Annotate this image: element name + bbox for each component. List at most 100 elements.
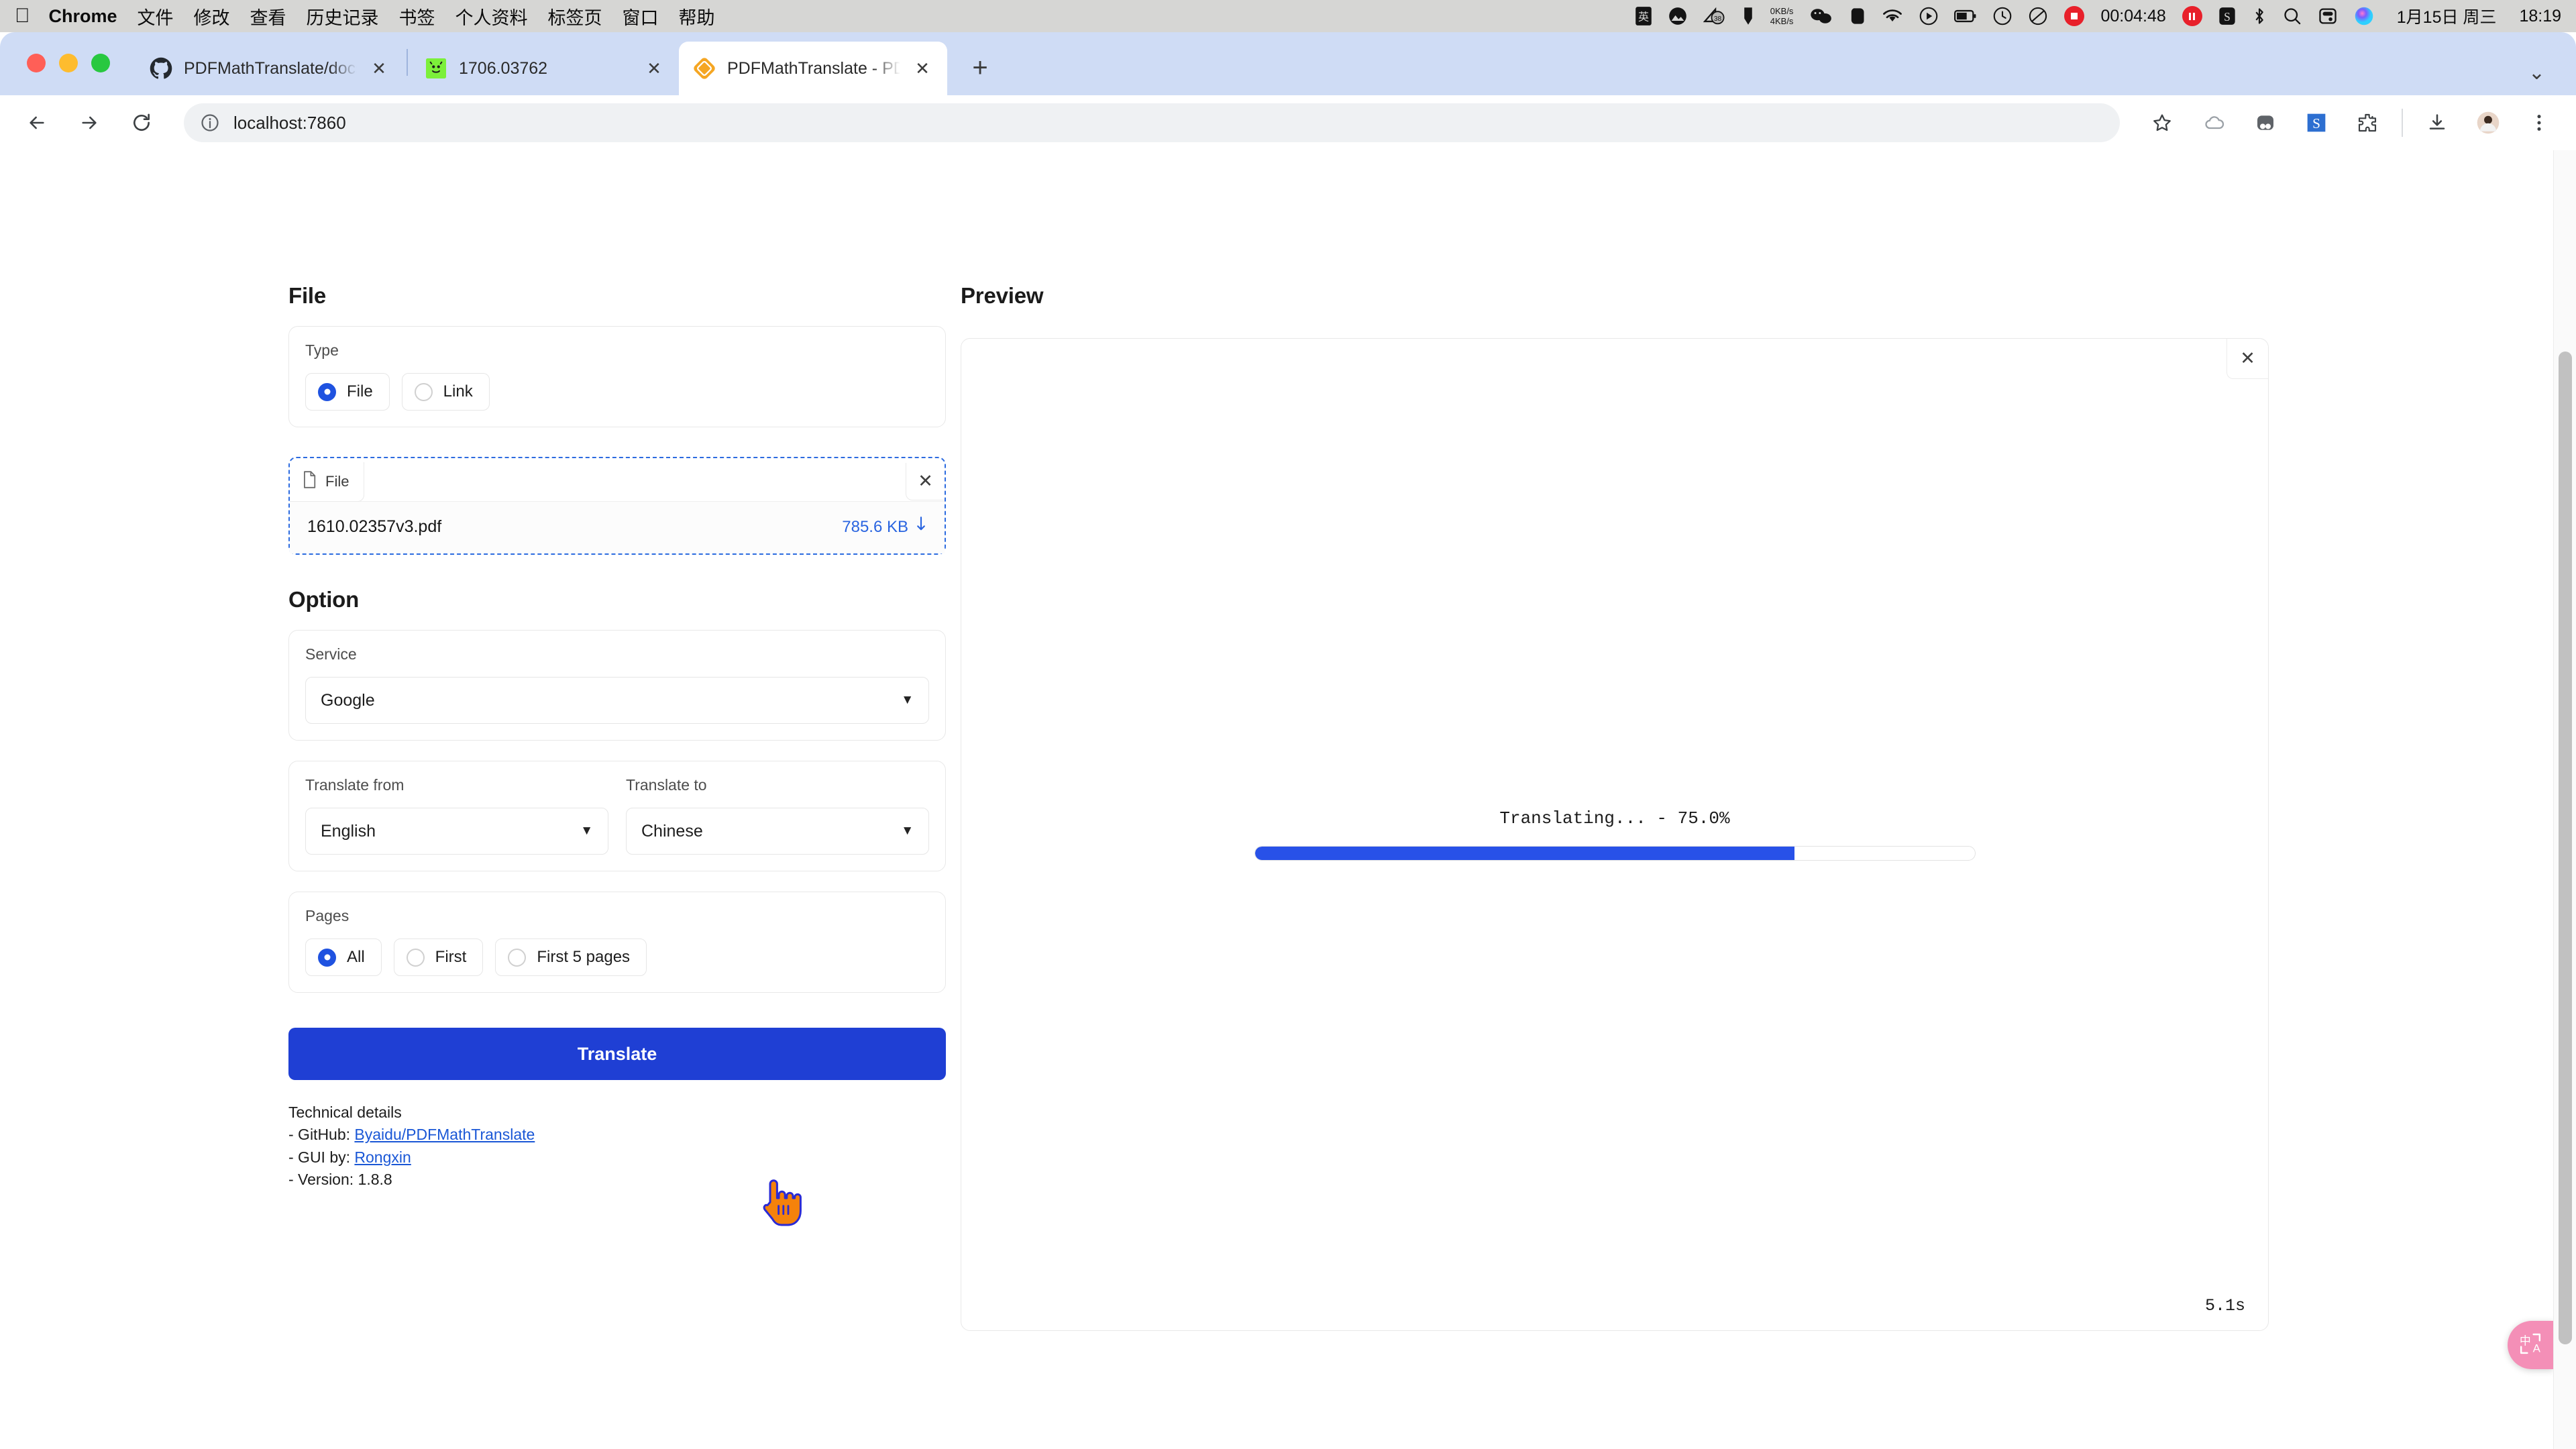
download-icon[interactable] — [915, 517, 927, 537]
menu-item-help[interactable]: 帮助 — [679, 3, 715, 30]
menu-item-profiles[interactable]: 个人资料 — [455, 3, 528, 30]
address-bar[interactable]: localhost:7860 — [184, 103, 2120, 142]
radio-label: First 5 pages — [537, 948, 631, 966]
svg-text:A: A — [2533, 1342, 2541, 1354]
recording-stop-button[interactable] — [2064, 6, 2085, 26]
pages-radio-group: All First First 5 pages — [305, 938, 929, 976]
tab-close-icon[interactable]: ✕ — [911, 57, 934, 80]
svg-text:38: 38 — [1714, 15, 1722, 23]
arxiv-icon — [424, 56, 448, 80]
battery-monitor-icon[interactable] — [1742, 5, 1754, 28]
service-select[interactable]: Google ▼ — [305, 677, 929, 724]
menu-item-window[interactable]: 窗口 — [623, 3, 659, 30]
uploaded-file-name: 1610.02357v3.pdf — [307, 517, 442, 536]
radio-pages-all[interactable]: All — [305, 938, 382, 976]
radio-type-file[interactable]: File — [305, 373, 390, 411]
tab-strip: PDFMathTranslate/docs/READ ✕ 1706.03762 … — [0, 32, 2576, 95]
window-maximize-button[interactable] — [91, 54, 110, 72]
service-card: Service Google ▼ — [288, 630, 946, 741]
page-scrollbar[interactable] — [2553, 150, 2576, 1449]
forward-icon[interactable] — [72, 106, 106, 140]
radio-type-link[interactable]: Link — [401, 373, 490, 411]
translate-to-select[interactable]: Chinese ▼ — [626, 808, 929, 855]
apple-icon[interactable]:  — [15, 6, 30, 26]
chevron-down-icon: ▼ — [901, 693, 914, 707]
extensions-puzzle-icon[interactable] — [2351, 106, 2384, 140]
translate-button[interactable]: Translate — [288, 1028, 946, 1080]
radio-indicator — [318, 948, 336, 967]
tab-close-icon[interactable]: ✕ — [368, 57, 390, 80]
wifi-icon[interactable] — [1882, 5, 1903, 28]
evernote-icon[interactable] — [1848, 5, 1866, 28]
media-play-icon[interactable] — [1919, 5, 1938, 28]
tab-github-readme[interactable]: PDFMathTranslate/docs/READ ✕ — [136, 42, 404, 95]
sogou-input-icon[interactable]: S — [2218, 5, 2236, 28]
translate-from-select[interactable]: English ▼ — [305, 808, 608, 855]
bookmark-star-icon[interactable] — [2145, 106, 2179, 140]
radio-pages-first-5[interactable]: First 5 pages — [495, 938, 647, 976]
translate-extension-bubble[interactable]: 中 A — [2508, 1321, 2553, 1369]
radio-indicator — [406, 948, 425, 967]
extension-panda-icon[interactable] — [2249, 106, 2282, 140]
extension-sogou-icon[interactable]: S — [2300, 106, 2333, 140]
network-speed-indicator[interactable]: 0KB/s 4KB/s — [1770, 6, 1794, 26]
radio-label: Link — [443, 382, 473, 400]
menu-bar-date[interactable]: 1月15日 周三 — [2397, 4, 2497, 28]
download-badge-icon[interactable]: 38 — [1703, 5, 1726, 28]
scrollbar-thumb[interactable] — [2559, 352, 2572, 1344]
menu-item-bookmarks[interactable]: 书签 — [399, 3, 435, 30]
menu-item-history[interactable]: 历史记录 — [307, 3, 379, 30]
wechat-icon[interactable] — [1809, 5, 1832, 28]
tab-search-chevron-down-icon[interactable]: ⌄ — [2528, 61, 2545, 85]
bluetooth-icon[interactable] — [2252, 5, 2267, 28]
control-center-icon[interactable] — [2318, 5, 2338, 28]
progress-bar-track — [1254, 846, 1976, 861]
file-clear-button[interactable]: ✕ — [906, 463, 945, 500]
back-icon[interactable] — [20, 106, 54, 140]
photos-icon[interactable] — [1668, 5, 1687, 28]
chevron-down-icon: ▼ — [580, 824, 593, 838]
tab-pdfmathtranslate[interactable]: PDFMathTranslate - PDF Tran ✕ — [679, 42, 947, 95]
progress-status-text: Translating... - 75.0% — [1499, 808, 1730, 828]
file-upload-area[interactable]: File ✕ 1610.02357v3.pdf 785.6 KB — [288, 457, 946, 555]
radio-label: File — [347, 382, 373, 400]
menu-item-tabs[interactable]: 标签页 — [548, 3, 602, 30]
window-minimize-button[interactable] — [59, 54, 78, 72]
tab-close-icon[interactable]: ✕ — [643, 57, 665, 80]
file-chip-label: File — [325, 472, 350, 490]
github-icon — [149, 56, 173, 80]
menu-bar-tray: 英 38 0KB/s 4KB/s 00:04:48 S 1月15日 周三 18:… — [1635, 4, 2561, 28]
menu-bar-time[interactable]: 18:19 — [2519, 7, 2561, 26]
tab-separator — [407, 49, 408, 76]
clock-icon[interactable] — [1993, 5, 2012, 28]
extension-cloud-icon[interactable] — [2198, 106, 2231, 140]
gui-author-link[interactable]: Rongxin — [354, 1148, 411, 1166]
radio-pages-first[interactable]: First — [393, 938, 484, 976]
downloads-icon[interactable] — [2420, 106, 2454, 140]
github-prefix: - GitHub: — [288, 1126, 355, 1144]
uploaded-file-size-download[interactable]: 785.6 KB — [842, 517, 927, 537]
translate-from-value: English — [321, 821, 376, 841]
avatar[interactable] — [2471, 106, 2505, 140]
siri-icon[interactable] — [2354, 5, 2374, 28]
file-type-radio-group: File Link — [305, 373, 929, 411]
menu-item-edit[interactable]: 修改 — [194, 3, 230, 30]
search-icon[interactable] — [2283, 5, 2302, 28]
toolbar-extensions: S — [2198, 106, 2556, 140]
window-close-button[interactable] — [27, 54, 46, 72]
chrome-menu-icon[interactable] — [2522, 106, 2556, 140]
tab-arxiv-paper[interactable]: 1706.03762 ✕ — [411, 42, 679, 95]
do-not-disturb-icon[interactable] — [2028, 5, 2048, 28]
reload-icon[interactable] — [125, 106, 158, 140]
preview-title: Preview — [961, 283, 1044, 308]
input-source-icon[interactable]: 英 — [1635, 5, 1652, 28]
menu-item-chrome[interactable]: Chrome — [49, 6, 117, 27]
recording-pause-button[interactable] — [2182, 6, 2202, 26]
menu-item-file[interactable]: 文件 — [138, 3, 174, 30]
radio-indicator — [414, 382, 433, 401]
github-link[interactable]: Byaidu/PDFMathTranslate — [354, 1126, 535, 1143]
battery-icon[interactable] — [1954, 5, 1977, 28]
new-tab-button[interactable]: + — [959, 47, 1001, 89]
menu-item-view[interactable]: 查看 — [250, 3, 286, 30]
site-info-icon[interactable] — [199, 111, 221, 134]
